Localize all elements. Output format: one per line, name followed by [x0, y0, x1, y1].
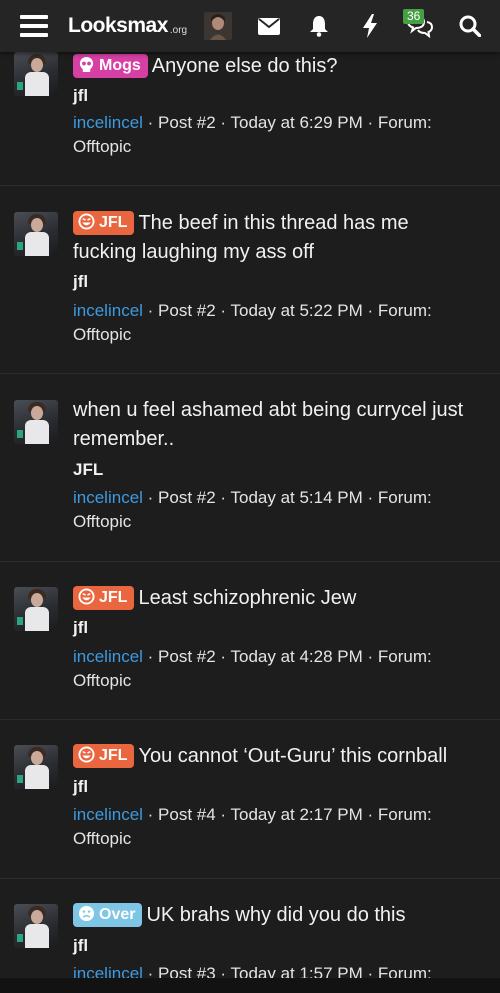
- prefix-badge: JFL: [73, 211, 135, 235]
- thread-title[interactable]: Over UK brahs why did you do this: [73, 901, 488, 930]
- list-item[interactable]: Over UK brahs why did you do this jfl inc…: [0, 879, 500, 993]
- username-link[interactable]: incelincel: [73, 488, 143, 507]
- prefix-label: JFL: [99, 589, 128, 606]
- avatar[interactable]: [14, 904, 58, 948]
- skull-icon: [79, 56, 94, 73]
- conversations-icon[interactable]: [402, 0, 438, 52]
- snippet: jfl: [73, 936, 89, 955]
- forum-link[interactable]: Offtopic: [73, 829, 131, 848]
- bottom-edge: [0, 978, 500, 993]
- snippet: JFL: [73, 460, 104, 479]
- meta-line: incelincel · Post #2 · Today at 5:14 PM …: [73, 486, 483, 534]
- title-text: remember..: [73, 428, 175, 450]
- meta-text: · Post #2 · Today at 5:22 PM · Forum:: [142, 301, 432, 320]
- laugh-icon: [78, 213, 95, 230]
- snippet: jfl: [73, 777, 89, 796]
- meta-text: · Post #2 · Today at 4:28 PM · Forum:: [142, 647, 432, 666]
- avatar[interactable]: [14, 587, 58, 631]
- forum-link[interactable]: Offtopic: [73, 137, 131, 156]
- snippet: jfl: [73, 86, 89, 105]
- prefix-label: Mogs: [99, 57, 141, 74]
- title-text: You cannot ‘Out-Guru’ this cornball: [138, 745, 448, 767]
- avatar[interactable]: [14, 52, 58, 96]
- laugh-icon: [78, 746, 95, 763]
- laugh-icon: [78, 588, 95, 605]
- bolt-icon[interactable]: [354, 0, 386, 52]
- prefix-label: Over: [99, 906, 136, 923]
- list-item[interactable]: JFL You cannot ‘Out-Guru’ this cornball j…: [0, 720, 500, 879]
- avatar[interactable]: [14, 745, 58, 789]
- title-text: Least schizophrenic Jew: [138, 587, 357, 609]
- thread-title[interactable]: JFL The beef in this thread has me fucking…: [73, 209, 488, 267]
- snippet: jfl: [73, 272, 89, 291]
- list-item[interactable]: JFL Least schizophrenic Jew jfl incelince…: [0, 562, 500, 720]
- username-link[interactable]: incelincel: [73, 805, 143, 824]
- conversations-badge: 36: [403, 9, 425, 24]
- bell-icon[interactable]: [303, 0, 335, 52]
- meta-line: incelincel · Post #2 · Today at 5:22 PM …: [73, 299, 483, 347]
- prefix-label: JFL: [99, 747, 128, 764]
- meta-line: incelincel · Post #2 · Today at 4:28 PM …: [73, 645, 483, 693]
- site-logo[interactable]: Looksmax .org: [68, 0, 194, 52]
- mail-icon[interactable]: [253, 0, 285, 52]
- thread-title[interactable]: JFL Least schizophrenic Jew: [73, 584, 488, 613]
- username-link[interactable]: incelincel: [73, 647, 143, 666]
- list-item[interactable]: JFL The beef in this thread has me fucking…: [0, 186, 500, 374]
- prefix-badge: JFL: [73, 586, 135, 610]
- avatar[interactable]: [14, 400, 58, 444]
- prefix-badge: Over: [73, 903, 143, 927]
- meta-text: · Post #2 · Today at 6:29 PM · Forum:: [142, 113, 432, 132]
- menu-icon[interactable]: [10, 0, 58, 52]
- title-text: The beef in this thread has me: [138, 212, 409, 234]
- title-text: fucking laughing my ass off: [73, 241, 314, 263]
- logo-tld: .org: [169, 24, 188, 36]
- meta-line: incelincel · Post #2 · Today at 6:29 PM …: [73, 111, 483, 159]
- meta-line: incelincel · Post #4 · Today at 2:17 PM …: [73, 803, 483, 851]
- snippet: jfl: [73, 618, 89, 637]
- top-bar: Looksmax .org: [0, 0, 500, 52]
- search-icon[interactable]: [452, 0, 488, 52]
- list-item[interactable]: when u feel ashamed abt being currycel j…: [0, 374, 500, 562]
- user-avatar[interactable]: [204, 0, 232, 52]
- sad-face-icon: [78, 905, 95, 922]
- prefix-badge: JFL: [73, 744, 135, 768]
- title-text: when u feel ashamed abt being currycel j…: [73, 399, 464, 421]
- username-link[interactable]: incelincel: [73, 113, 143, 132]
- prefix-label: JFL: [99, 214, 128, 231]
- meta-text: · Post #4 · Today at 2:17 PM · Forum:: [142, 805, 432, 824]
- thread-title[interactable]: when u feel ashamed abt being currycel j…: [73, 396, 488, 454]
- thread-title[interactable]: JFL You cannot ‘Out-Guru’ this cornball: [73, 742, 488, 771]
- avatar[interactable]: [14, 212, 58, 256]
- forum-link[interactable]: Offtopic: [73, 325, 131, 344]
- thread-title[interactable]: Mogs Anyone else do this?: [73, 52, 488, 81]
- title-text: UK brahs why did you do this: [146, 904, 406, 926]
- username-link[interactable]: incelincel: [73, 301, 143, 320]
- forum-link[interactable]: Offtopic: [73, 671, 131, 690]
- prefix-badge: Mogs: [73, 54, 148, 78]
- forum-link[interactable]: Offtopic: [73, 512, 131, 531]
- logo-text: Looksmax: [68, 14, 168, 37]
- title-text: Anyone else do this?: [151, 55, 338, 77]
- meta-text: · Post #2 · Today at 5:14 PM · Forum:: [142, 488, 432, 507]
